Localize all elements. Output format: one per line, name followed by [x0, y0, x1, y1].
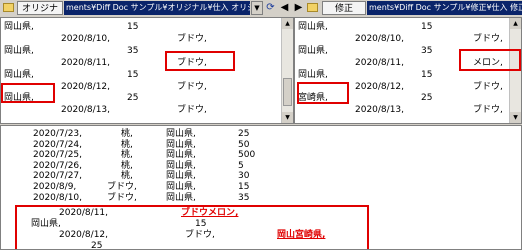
left-path-dropdown[interactable]: ▼: [251, 1, 263, 15]
fruit-cell: ブドウ,: [473, 33, 503, 44]
left-file-path[interactable]: ments¥Diff Doc サンプル¥オリジナル¥仕入 オリジナル.CSV: [64, 1, 250, 15]
left-text-pane[interactable]: 岡山県, 15 2020/8/10, ブドウ, 岡山県, 35 2020/8/11, ブドウ,…: [0, 17, 294, 124]
quantity-cell: 35: [238, 192, 250, 203]
diff-detail-pane[interactable]: 2020/7/23, 桃, 岡山県, 25 2020/7/24, 桃, 岡山県, 50 2020…: [0, 125, 522, 250]
arrow-left-icon[interactable]: ◀: [278, 1, 291, 15]
quantity-cell: 15: [421, 22, 433, 32]
fruit-cell: ブドウ,: [473, 81, 503, 92]
left-file-tag[interactable]: オリジナル: [17, 1, 63, 28]
row-first-cell: 2020/8/11,: [61, 57, 111, 68]
quantity-cell: 15: [127, 22, 139, 32]
row-first-cell: 2020/8/13,: [355, 105, 405, 116]
diff-highlight: [15, 205, 369, 249]
quantity-cell: 35: [421, 45, 433, 56]
scroll-thumb[interactable]: [283, 78, 292, 106]
text-line: 岡山県, 15: [1, 69, 293, 81]
arrow-right-icon[interactable]: ▶: [292, 1, 305, 15]
text-line: 2020/8/10, ブドウ,: [295, 33, 521, 45]
diff-highlight: [1, 83, 55, 103]
diff-highlight: [165, 51, 235, 71]
row-first-cell: 岡山県,: [298, 45, 328, 56]
row-first-cell: 岡山県,: [298, 69, 328, 80]
text-line: 岡山県, 15: [295, 21, 521, 33]
row-first-cell: 2020/8/12,: [355, 81, 405, 92]
diff-highlight: [297, 82, 349, 104]
fruit-cell: ブドウ,: [177, 33, 207, 44]
text-line: 岡山県, 35: [1, 45, 293, 57]
right-file-tag[interactable]: 修正: [322, 1, 366, 15]
scroll-down-icon[interactable]: ▼: [510, 112, 521, 123]
fruit-cell: ブドウ,: [473, 105, 503, 116]
folder-icon[interactable]: [307, 3, 318, 12]
quantity-cell: 15: [127, 69, 139, 80]
scroll-up-icon[interactable]: ▲: [282, 18, 293, 29]
text-line: 2020/8/13, ブドウ,: [295, 104, 521, 116]
row-first-cell: 岡山県,: [298, 22, 328, 32]
fruit-cell: ブドウ,: [177, 105, 207, 116]
text-line: 2020/8/10, ブドウ,: [1, 33, 293, 45]
row-first-cell: 2020/8/10,: [61, 33, 111, 44]
row-first-cell: 岡山県,: [4, 69, 34, 80]
row-first-cell: 2020/8/13,: [61, 105, 111, 116]
quantity-cell: 35: [127, 45, 139, 56]
fruit-cell: ブドウ,: [107, 192, 137, 203]
row-first-cell: 岡山県,: [4, 45, 34, 56]
quantity-cell: 25: [421, 93, 433, 104]
prefecture-cell: 岡山県,: [166, 192, 196, 203]
left-toolbar: オリジナル ments¥Diff Doc サンプル¥オリジナル¥仕入 オリジナル…: [0, 0, 294, 28]
right-text-pane[interactable]: 岡山県, 15 2020/8/10, ブドウ, 岡山県, 35 2020/8/11, メロン,…: [294, 17, 522, 124]
row-first-cell: 2020/8/10,: [355, 33, 405, 44]
left-scrollbar[interactable]: ▲ ▼: [281, 18, 293, 123]
row-first-cell: 2020/8/11,: [355, 57, 405, 68]
quantity-cell: 25: [127, 93, 139, 104]
quantity-cell: 15: [421, 69, 433, 80]
diff-highlight: [459, 49, 521, 71]
text-line: 岡山県, 15: [1, 21, 293, 33]
fruit-cell: ブドウ,: [177, 81, 207, 92]
right-file-path[interactable]: ments¥Diff Doc サンプル¥修正¥仕入 修正.c: [367, 1, 522, 15]
row-first-cell: 岡山県,: [4, 22, 34, 32]
text-line: 2020/8/11, ブドウ,: [1, 57, 293, 69]
folder-icon[interactable]: [3, 3, 14, 12]
row-first-cell: 2020/8/12,: [61, 81, 111, 92]
table-row: 2020/8/10, ブドウ, 岡山県, 35: [1, 192, 521, 204]
right-toolbar: ▶ 修正 ments¥Diff Doc サンプル¥修正¥仕入 修正.c: [294, 0, 522, 17]
scroll-up-icon[interactable]: ▲: [510, 18, 521, 29]
refresh-icon[interactable]: ⟳: [264, 1, 277, 15]
date-cell: 2020/8/10,: [33, 192, 83, 203]
scroll-down-icon[interactable]: ▼: [282, 112, 293, 123]
text-line: 2020/8/13, ブドウ,: [1, 104, 293, 116]
